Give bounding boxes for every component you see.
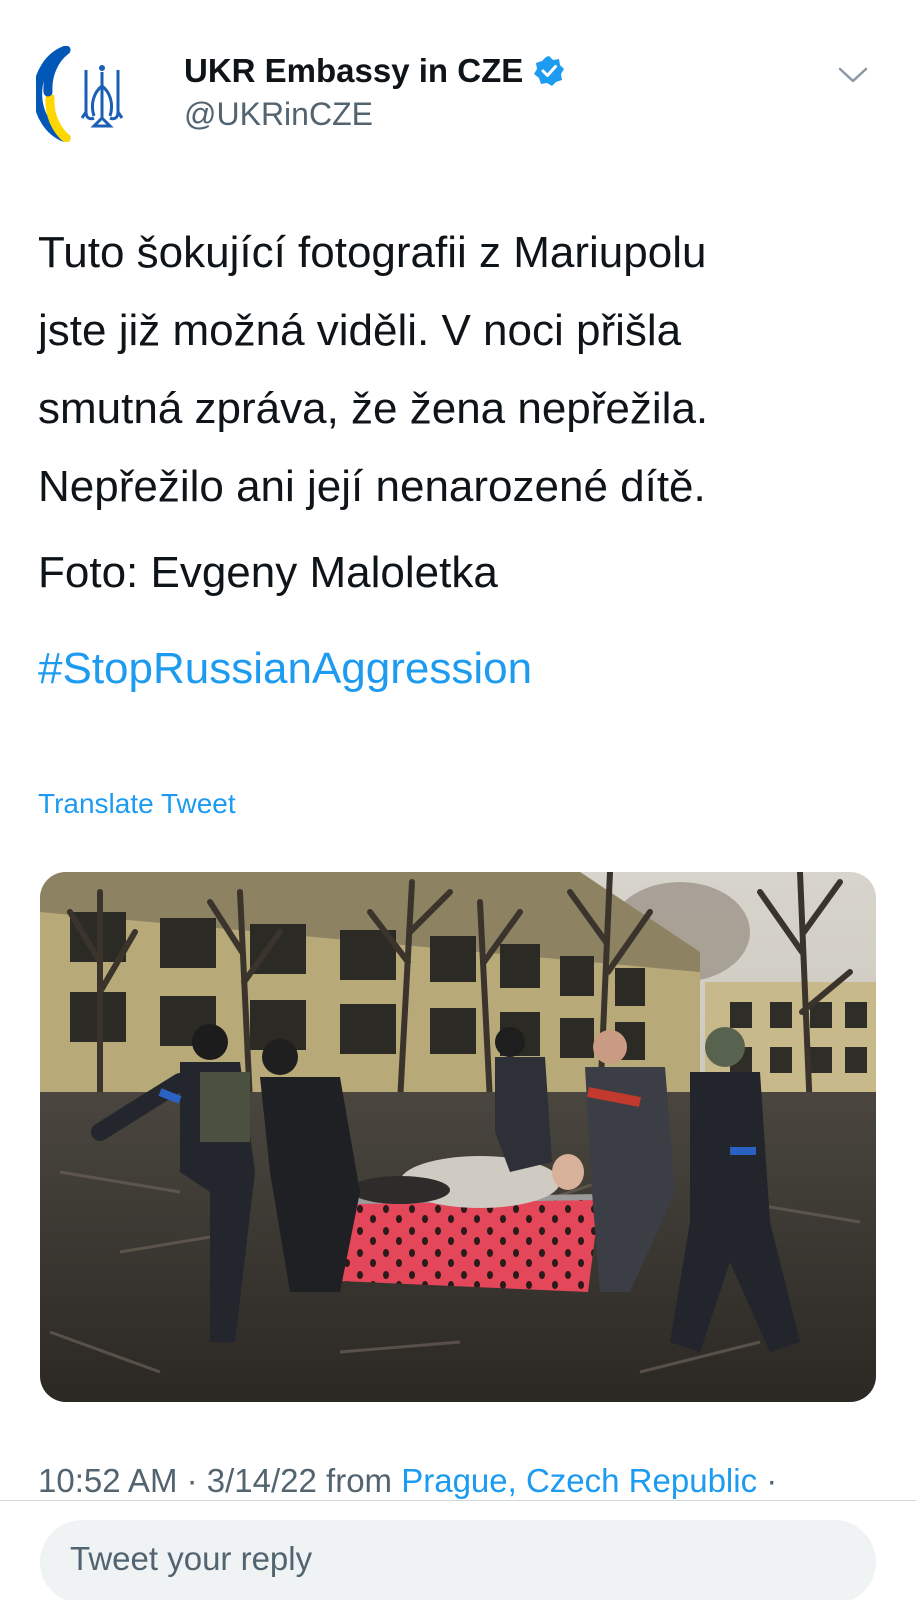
photo-credit: Foto: Evgeny Maloletka <box>38 548 498 597</box>
author-handle[interactable]: @UKRinCZE <box>184 96 373 133</box>
tweet-location-link[interactable]: Prague, Czech Republic <box>401 1462 757 1499</box>
hashtag-link[interactable]: #StopRussianAggression <box>38 630 532 708</box>
divider <box>0 1500 916 1501</box>
reply-placeholder: Tweet your reply <box>70 1540 313 1577</box>
tweet-detail-page: UKR Embassy in CZE @UKRinCZE Tuto šokují… <box>0 0 916 1600</box>
tweet-text-line: smutná zpráva, že žena nepřežila. <box>38 384 709 433</box>
tweet-photo[interactable] <box>40 872 876 1402</box>
chevron-down-icon[interactable] <box>836 62 870 88</box>
translate-tweet-link[interactable]: Translate Tweet <box>38 788 236 820</box>
author-name-text: UKR Embassy in CZE <box>184 52 524 89</box>
tweet-text-line: jste již možná viděli. V noci přišla <box>38 306 682 355</box>
tweet-date: 3/14/22 <box>206 1462 317 1499</box>
meta-separator: · <box>177 1462 207 1499</box>
tweet-header: UKR Embassy in CZE @UKRinCZE <box>0 0 916 160</box>
tweet-meta: 10:52 AM · 3/14/22 from Prague, Czech Re… <box>38 1462 898 1500</box>
ukraine-trident-icon[interactable] <box>33 45 142 143</box>
tweet-text-line: Nepřežilo ani její nenarozené dítě. <box>38 462 706 511</box>
reply-input[interactable]: Tweet your reply <box>40 1520 876 1600</box>
tweet-text: Tuto šokující fotografii z Mariupolu jst… <box>38 214 888 526</box>
verified-badge-icon <box>533 55 565 87</box>
tweet-text-line: Tuto šokující fotografii z Mariupolu <box>38 228 707 277</box>
tweet-time: 10:52 AM <box>38 1462 178 1499</box>
meta-from-label: from <box>316 1462 402 1499</box>
author-name[interactable]: UKR Embassy in CZE <box>184 52 565 90</box>
meta-separator: · <box>757 1462 778 1499</box>
